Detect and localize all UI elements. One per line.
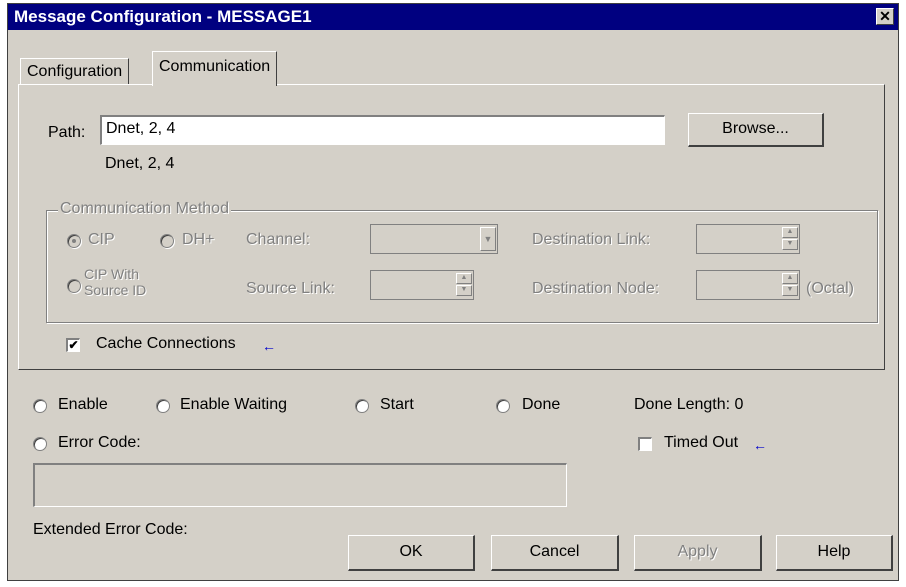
help-button[interactable]: Help <box>776 535 893 571</box>
error-code-indicator <box>33 437 47 451</box>
title-bar: Message Configuration - MESSAGE1 ✕ <box>8 4 898 30</box>
done-label: Done <box>522 396 561 413</box>
done-length: Done Length: 0 <box>634 396 744 413</box>
start-indicator <box>355 399 369 413</box>
timed-out-label: Timed Out <box>664 434 739 451</box>
tab-communication[interactable]: Communication <box>152 51 278 86</box>
start-label: Start <box>380 396 414 413</box>
enable-waiting-label: Enable Waiting <box>180 396 288 413</box>
cache-connections-checkbox[interactable]: ✔ <box>66 338 80 352</box>
cip-with-source-id-label: CIP With Source ID <box>84 266 146 298</box>
close-icon: ✕ <box>879 8 891 24</box>
channel-label: Channel: <box>246 231 311 248</box>
extended-error-code-label: Extended Error Code: <box>33 521 188 538</box>
error-code-label: Error Code: <box>58 434 141 451</box>
cip-radio[interactable] <box>67 234 81 248</box>
destination-link-spinner[interactable]: ▲ ▼ <box>696 224 800 254</box>
cip-label: CIP <box>88 231 115 248</box>
spin-up-icon[interactable]: ▲ <box>782 227 798 238</box>
communication-method-title: Communication Method <box>58 200 231 218</box>
destination-link-label: Destination Link: <box>532 231 651 248</box>
chevron-down-icon[interactable]: ▼ <box>480 227 496 251</box>
octal-label: (Octal) <box>806 280 854 297</box>
spin-down-icon[interactable]: ▼ <box>782 285 798 296</box>
enable-waiting-indicator <box>156 399 170 413</box>
cip-with-source-id-radio[interactable] <box>67 279 81 293</box>
channel-select[interactable]: ▼ <box>370 224 498 254</box>
arrow-left-icon: ← <box>753 437 767 453</box>
path-input-value: Dnet, 2, 4 <box>106 120 176 137</box>
done-indicator <box>496 399 510 413</box>
path-display: Dnet, 2, 4 <box>105 155 175 172</box>
destination-node-spinner[interactable]: ▲ ▼ <box>696 270 800 300</box>
path-input[interactable]: Dnet, 2, 4 <box>100 115 665 145</box>
dhplus-radio[interactable] <box>160 234 174 248</box>
spin-up-icon[interactable]: ▲ <box>782 273 798 284</box>
browse-button[interactable]: Browse... <box>688 113 824 147</box>
spin-up-icon[interactable]: ▲ <box>456 273 472 284</box>
apply-button[interactable]: Apply <box>634 535 762 571</box>
destination-node-label: Destination Node: <box>532 280 660 297</box>
cancel-button[interactable]: Cancel <box>491 535 619 571</box>
spin-down-icon[interactable]: ▼ <box>456 285 472 296</box>
source-id-label: Source ID <box>84 282 147 298</box>
checkmark-icon: ✔ <box>68 338 79 352</box>
path-label: Path: <box>48 124 86 141</box>
source-link-spinner[interactable]: ▲ ▼ <box>370 270 474 300</box>
tab-configuration[interactable]: Configuration <box>20 58 130 84</box>
cache-connections-label: Cache Connections <box>96 335 236 352</box>
timed-out-checkbox <box>638 437 652 451</box>
dhplus-label: DH+ <box>182 231 215 248</box>
enable-label: Enable <box>58 396 108 413</box>
window-title: Message Configuration - MESSAGE1 <box>14 7 312 26</box>
error-code-field <box>33 463 567 507</box>
close-button[interactable]: ✕ <box>876 8 894 25</box>
cip-with-label: CIP With <box>84 266 139 282</box>
ok-button[interactable]: OK <box>348 535 475 571</box>
source-link-label: Source Link: <box>246 280 335 297</box>
spin-down-icon[interactable]: ▼ <box>782 239 798 250</box>
enable-indicator <box>33 399 47 413</box>
arrow-left-icon: ← <box>262 338 276 354</box>
